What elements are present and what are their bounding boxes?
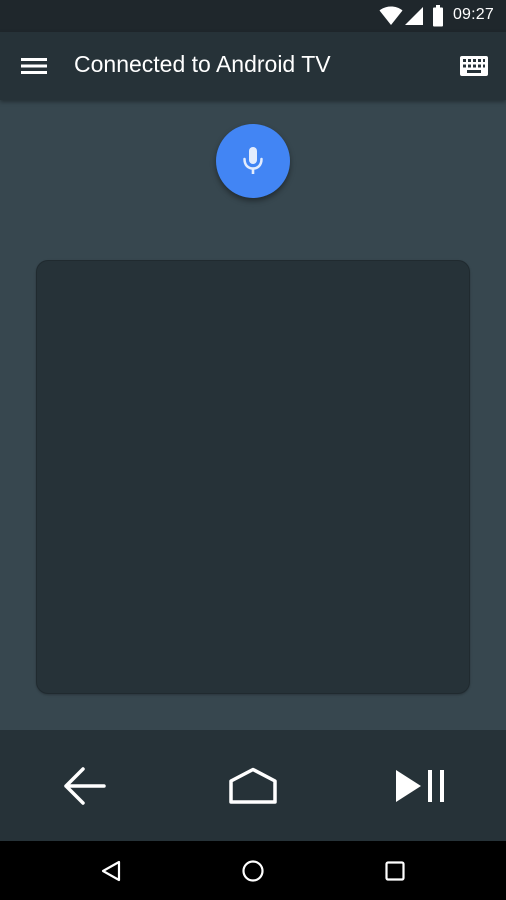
microphone-icon [243,147,263,174]
battery-icon [433,5,443,27]
menu-button[interactable] [10,42,58,90]
back-arrow-icon [64,767,106,805]
menu-icon [21,58,47,74]
keyboard-icon [460,56,488,76]
nav-back-button[interactable] [87,847,135,895]
home-icon [229,767,277,804]
system-nav-bar [0,841,506,900]
home-button[interactable] [217,750,289,822]
control-bar [0,730,506,841]
app-title: Connected to Android TV [74,51,331,77]
app-bar: Connected to Android TV [0,32,506,100]
wifi-icon [379,6,403,25]
screen: 09:27 Connected to Android TV [0,0,506,900]
keyboard-button[interactable] [450,42,498,90]
nav-recents-button[interactable] [371,847,419,895]
nav-back-icon [101,860,121,882]
status-bar: 09:27 [0,0,506,32]
voice-search-button[interactable] [216,124,290,198]
back-button[interactable] [48,750,120,822]
touchpad-area[interactable] [36,260,470,694]
status-time: 09:27 [452,6,494,23]
play-pause-icon [396,770,444,802]
nav-recents-icon [385,861,405,881]
nav-home-button[interactable] [229,847,277,895]
cell-signal-icon [405,7,423,25]
play-pause-button[interactable] [386,750,458,822]
nav-home-icon [242,860,264,882]
